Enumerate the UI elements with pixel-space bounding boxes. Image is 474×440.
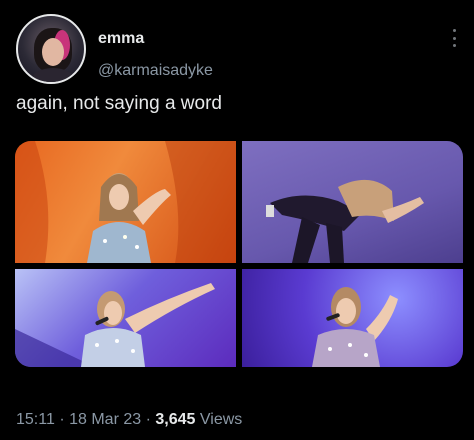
- tweet-text: again, not saying a word: [16, 93, 222, 114]
- tweet-date[interactable]: 18 Mar 23: [69, 411, 141, 428]
- views-count: 3,645: [155, 411, 196, 428]
- user-handle[interactable]: @karmaisadyke: [98, 62, 213, 80]
- photo-icon: [15, 283, 215, 367]
- photo-icon: [312, 287, 398, 367]
- more-options-icon[interactable]: [444, 26, 464, 50]
- meta-separator: ·: [145, 411, 151, 428]
- display-name[interactable]: emma: [98, 30, 144, 48]
- media-photo-3[interactable]: [15, 269, 236, 367]
- tweet-time[interactable]: 15:11: [16, 411, 55, 428]
- meta-separator: ·: [59, 411, 65, 428]
- media-grid: [15, 141, 463, 367]
- dot: [452, 29, 456, 32]
- avatar[interactable]: [16, 14, 86, 84]
- tweet-meta: 15:11 · 18 Mar 23 · 3,645 Views: [16, 411, 242, 429]
- dot: [452, 36, 456, 40]
- media-photo-4[interactable]: [242, 269, 463, 367]
- photo-icon: [15, 141, 236, 263]
- media-photo-2[interactable]: [242, 141, 463, 263]
- avatar-body: [32, 68, 74, 82]
- avatar-face: [42, 38, 64, 66]
- photo-icon: [266, 179, 424, 263]
- views-label: Views: [199, 411, 243, 428]
- dot: [452, 44, 456, 47]
- media-photo-1[interactable]: [15, 141, 236, 263]
